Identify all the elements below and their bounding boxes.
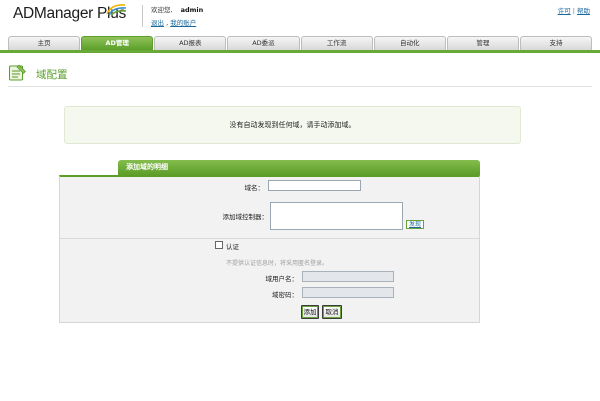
tab-automation[interactable]: 自动化 [373,36,446,50]
main-tabs: 主页 AD管理 AD报表 AD委派 工作流 自动化 管理 支持 [8,36,592,50]
page-title: 域配置 [36,69,68,81]
cancel-button[interactable]: 取消 [322,305,342,319]
help-link[interactable]: 帮助 [577,7,590,15]
tab-home[interactable]: 主页 [8,36,81,50]
tab-ad-reports[interactable]: AD报表 [154,36,227,50]
form-panel-header: 添加域的明细 [118,160,480,175]
top-right-links: 许可 | 帮助 [558,5,590,15]
form-divider [60,238,479,239]
tab-support[interactable]: 支持 [519,36,592,50]
username: admin [180,6,204,14]
header-separator [142,5,143,27]
domain-username-label: 域用户名： [265,275,299,283]
user-links: 退出 , 我的账户 [151,17,196,27]
user-links-separator: , [166,19,169,27]
tab-workflow[interactable]: 工作流 [300,36,373,50]
no-domain-notice: 没有自动发现到任何域，请手动添加域。 [64,106,521,144]
tab-underline [0,50,600,53]
discover-button[interactable]: 发现 [406,220,424,229]
domain-username-input[interactable] [302,271,394,282]
domain-controller-textarea[interactable] [270,202,403,230]
logout-link[interactable]: 退出 [151,19,164,27]
domain-settings-icon [9,64,26,81]
domain-password-label: 域密码： [272,291,298,299]
tab-ad-management[interactable]: AD管理 [81,36,154,50]
top-links-divider: | [572,7,575,15]
welcome-label: 欢迎您, [151,6,173,14]
domain-name-input[interactable] [268,180,361,191]
app-header: ADManager Plus 欢迎您, admin 退出 , 我的账户 许可 | … [0,0,600,32]
auth-checkbox-label: 认证 [226,243,239,251]
tab-admin[interactable]: 管理 [446,36,519,50]
logo-swoosh-icon [106,4,127,16]
domain-name-label: 域名： [244,184,265,192]
auth-checkbox[interactable] [215,241,223,249]
add-domain-form [59,175,480,323]
auth-hint: 不提供认证信息时，将采用匿名登录。 [226,260,329,267]
welcome-text: 欢迎您, admin [151,4,203,14]
domain-password-input[interactable] [302,287,394,298]
add-button[interactable]: 添加 [301,305,319,319]
license-link[interactable]: 许可 [558,7,571,15]
domain-controller-label: 添加域控制器： [222,213,269,221]
title-divider [8,86,592,87]
tab-ad-delegation[interactable]: AD委派 [227,36,300,50]
my-account-link[interactable]: 我的账户 [170,19,196,27]
